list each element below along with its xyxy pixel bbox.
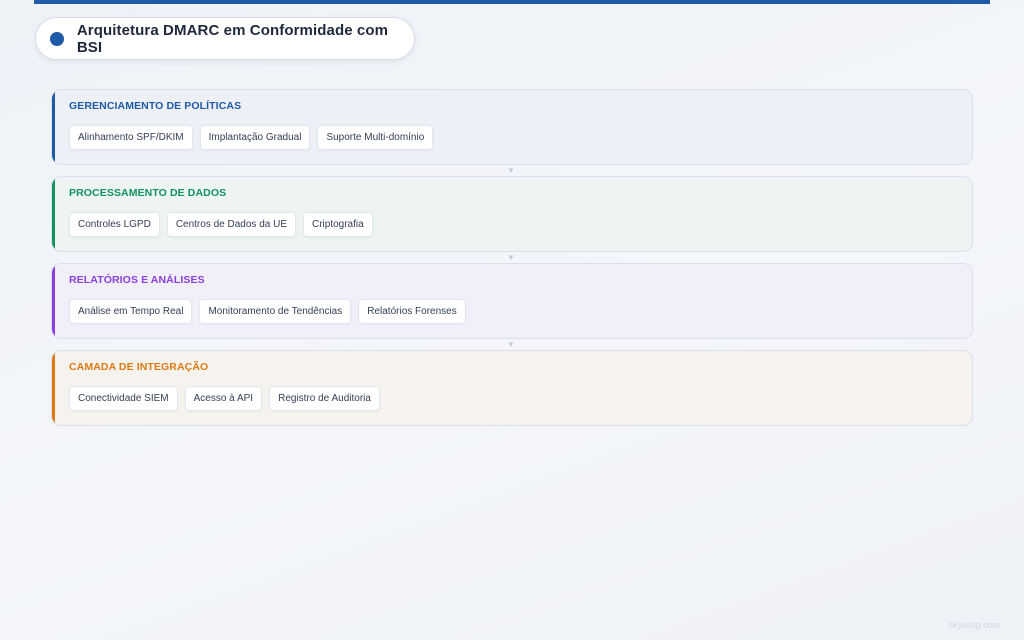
arrow-down-icon: ▼ bbox=[507, 340, 515, 349]
arrow-down-icon: ▼ bbox=[507, 253, 515, 262]
top-accent-bar bbox=[34, 0, 990, 4]
component-chip: Acesso à API bbox=[184, 386, 263, 411]
title-dot-icon bbox=[50, 31, 64, 46]
layer-data-processing: PROCESSAMENTO DE DADOS Controles LGPD Ce… bbox=[51, 176, 973, 252]
component-chip: Análise em Tempo Real bbox=[69, 299, 193, 324]
arrow-down-icon: ▼ bbox=[507, 166, 515, 175]
layer-accent-bar bbox=[52, 177, 55, 251]
layer-title: RELATÓRIOS E ANÁLISES bbox=[69, 274, 205, 286]
component-chip: Conectividade SIEM bbox=[69, 386, 178, 411]
layer-title: CAMADA DE INTEGRAÇÃO bbox=[69, 361, 209, 373]
component-chip: Alinhamento SPF/DKIM bbox=[69, 125, 193, 150]
architecture-layers: GERENCIAMENTO DE POLÍTICAS Alinhamento S… bbox=[51, 89, 973, 426]
component-chip: Registro de Auditoria bbox=[269, 386, 380, 411]
layer-reports-analytics: RELATÓRIOS E ANÁLISES Análise em Tempo R… bbox=[51, 263, 973, 339]
layer-components: Análise em Tempo Real Monitoramento de T… bbox=[69, 299, 466, 324]
component-chip: Monitoramento de Tendências bbox=[199, 299, 352, 324]
component-chip: Relatórios Forenses bbox=[358, 299, 466, 324]
component-chip: Criptografia bbox=[302, 212, 373, 237]
layer-title: GERENCIAMENTO DE POLÍTICAS bbox=[69, 100, 242, 112]
layer-components: Alinhamento SPF/DKIM Implantação Gradual… bbox=[69, 125, 434, 150]
page-title: Arquitetura DMARC em Conformidade com BS… bbox=[76, 21, 389, 56]
layer-connector: ▼ bbox=[51, 339, 973, 350]
component-chip: Suporte Multi-domínio bbox=[317, 125, 434, 150]
layer-title: PROCESSAMENTO DE DADOS bbox=[69, 187, 227, 199]
layer-connector: ▼ bbox=[51, 252, 973, 263]
layer-accent-bar bbox=[52, 351, 55, 425]
layer-connector: ▼ bbox=[51, 165, 973, 176]
layer-policy-management: GERENCIAMENTO DE POLÍTICAS Alinhamento S… bbox=[51, 89, 973, 165]
layer-components: Conectividade SIEM Acesso à API Registro… bbox=[69, 386, 380, 411]
layer-components: Controles LGPD Centros de Dados da UE Cr… bbox=[69, 212, 373, 237]
layer-accent-bar bbox=[52, 90, 55, 164]
layer-integration: CAMADA DE INTEGRAÇÃO Conectividade SIEM … bbox=[51, 350, 973, 426]
page-title-card: Arquitetura DMARC em Conformidade com BS… bbox=[35, 17, 415, 60]
component-chip: Controles LGPD bbox=[69, 212, 160, 237]
component-chip: Implantação Gradual bbox=[199, 125, 311, 150]
component-chip: Centros de Dados da UE bbox=[166, 212, 296, 237]
watermark: skywiog.com bbox=[948, 620, 1000, 630]
layer-accent-bar bbox=[52, 264, 55, 338]
